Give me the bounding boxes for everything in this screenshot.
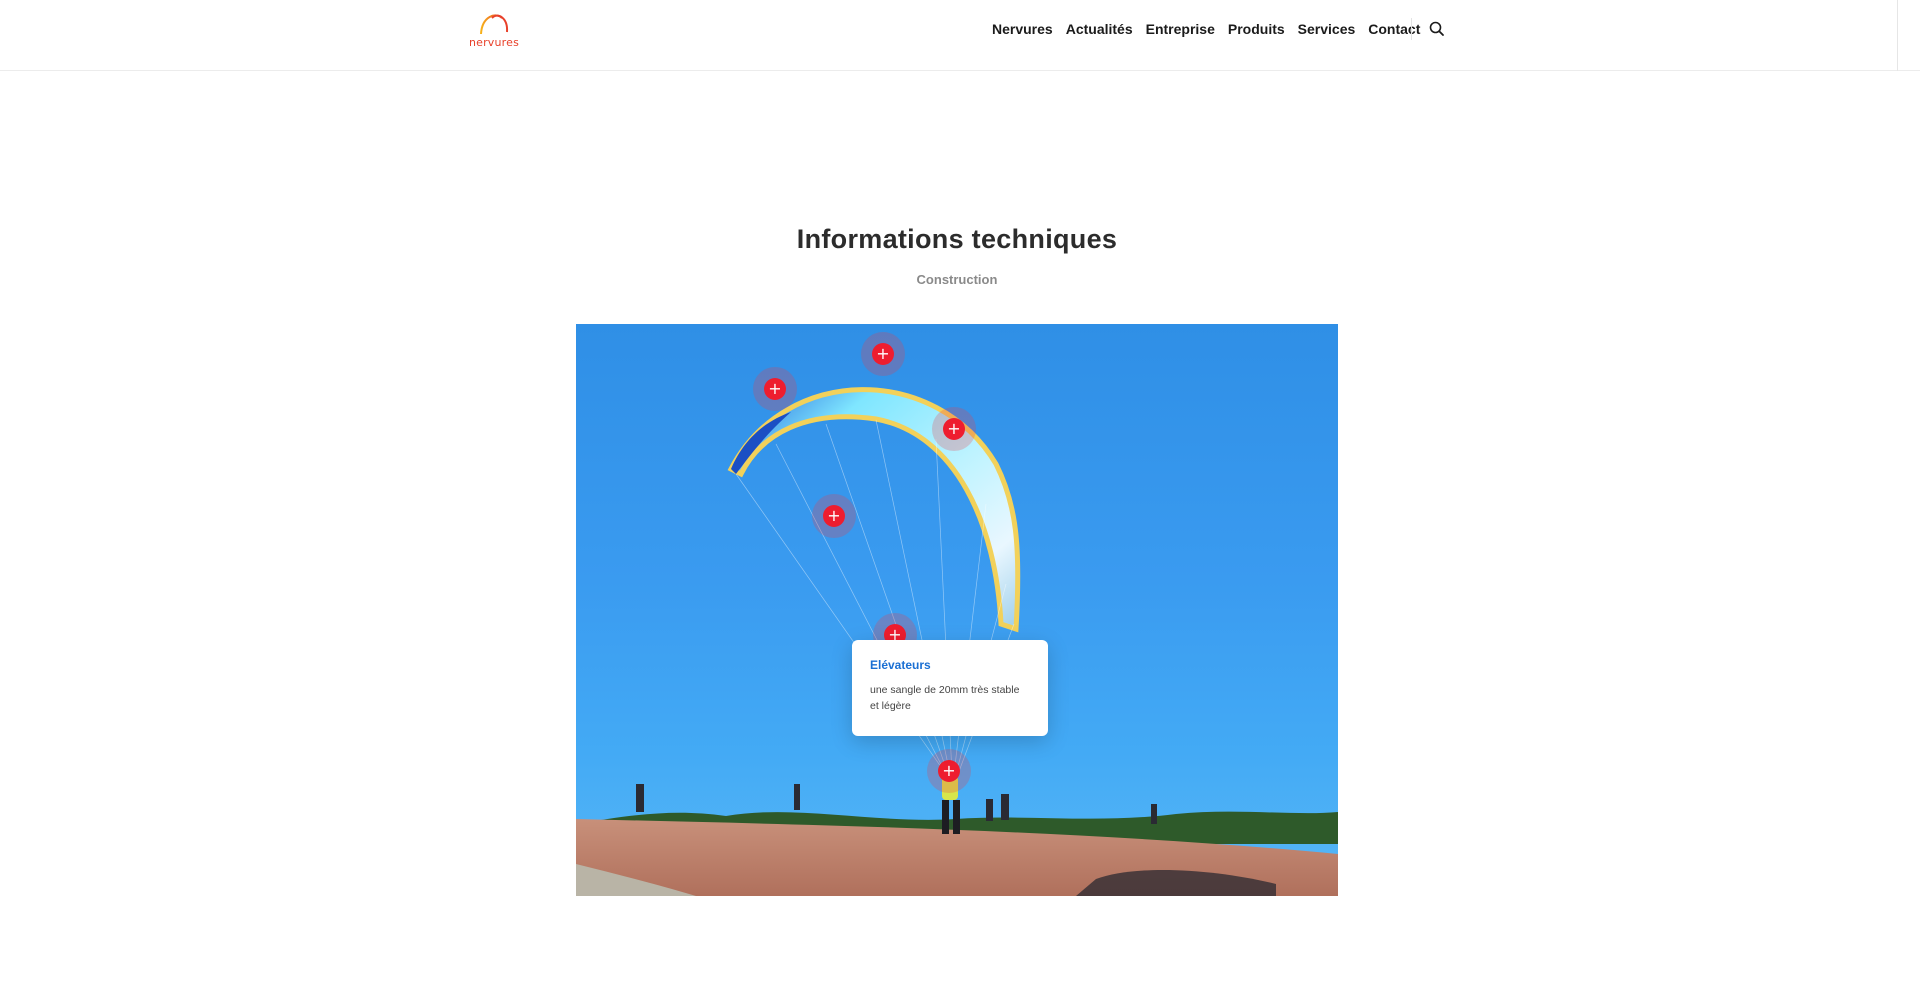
logo[interactable]: nervures	[468, 10, 520, 50]
tooltip-title: Elévateurs	[870, 658, 931, 672]
logo-arc-icon	[480, 14, 509, 35]
nav-item-actualites[interactable]: Actualités	[1066, 21, 1133, 37]
nav-item-entreprise[interactable]: Entreprise	[1146, 21, 1215, 37]
page-title: Informations techniques	[796, 224, 1118, 254]
hotspot-wing-right[interactable]: +	[932, 407, 976, 451]
nav-item-services[interactable]: Services	[1298, 21, 1356, 37]
nav-item-contact[interactable]: Contact	[1368, 21, 1420, 37]
nav-item-produits[interactable]: Produits	[1228, 21, 1285, 37]
main-nav: Nervures Actualités Entreprise Produits …	[992, 19, 1433, 39]
paraglider-photo: + + + + + +	[576, 324, 1338, 896]
logo-text: nervures	[468, 36, 520, 49]
hotspot-harness[interactable]: +	[927, 749, 971, 793]
hotspot-leading-edge[interactable]: +	[861, 332, 905, 376]
site-header: nervures Nervures Actualités Entreprise …	[0, 0, 1920, 71]
hotspot-tooltip: Elévateurs une sangle de 20mm très stabl…	[852, 640, 1048, 736]
page-subtitle: Construction	[916, 272, 998, 287]
nav-item-nervures[interactable]: Nervures	[992, 21, 1053, 37]
search-icon[interactable]	[1428, 20, 1446, 38]
tooltip-body: une sangle de 20mm très stable et légère	[870, 684, 1020, 712]
hotspot-wing-tip-left[interactable]: +	[753, 367, 797, 411]
hotspot-lines[interactable]: +	[812, 494, 856, 538]
nav-divider	[1411, 18, 1412, 40]
header-edge-divider	[1897, 0, 1898, 71]
